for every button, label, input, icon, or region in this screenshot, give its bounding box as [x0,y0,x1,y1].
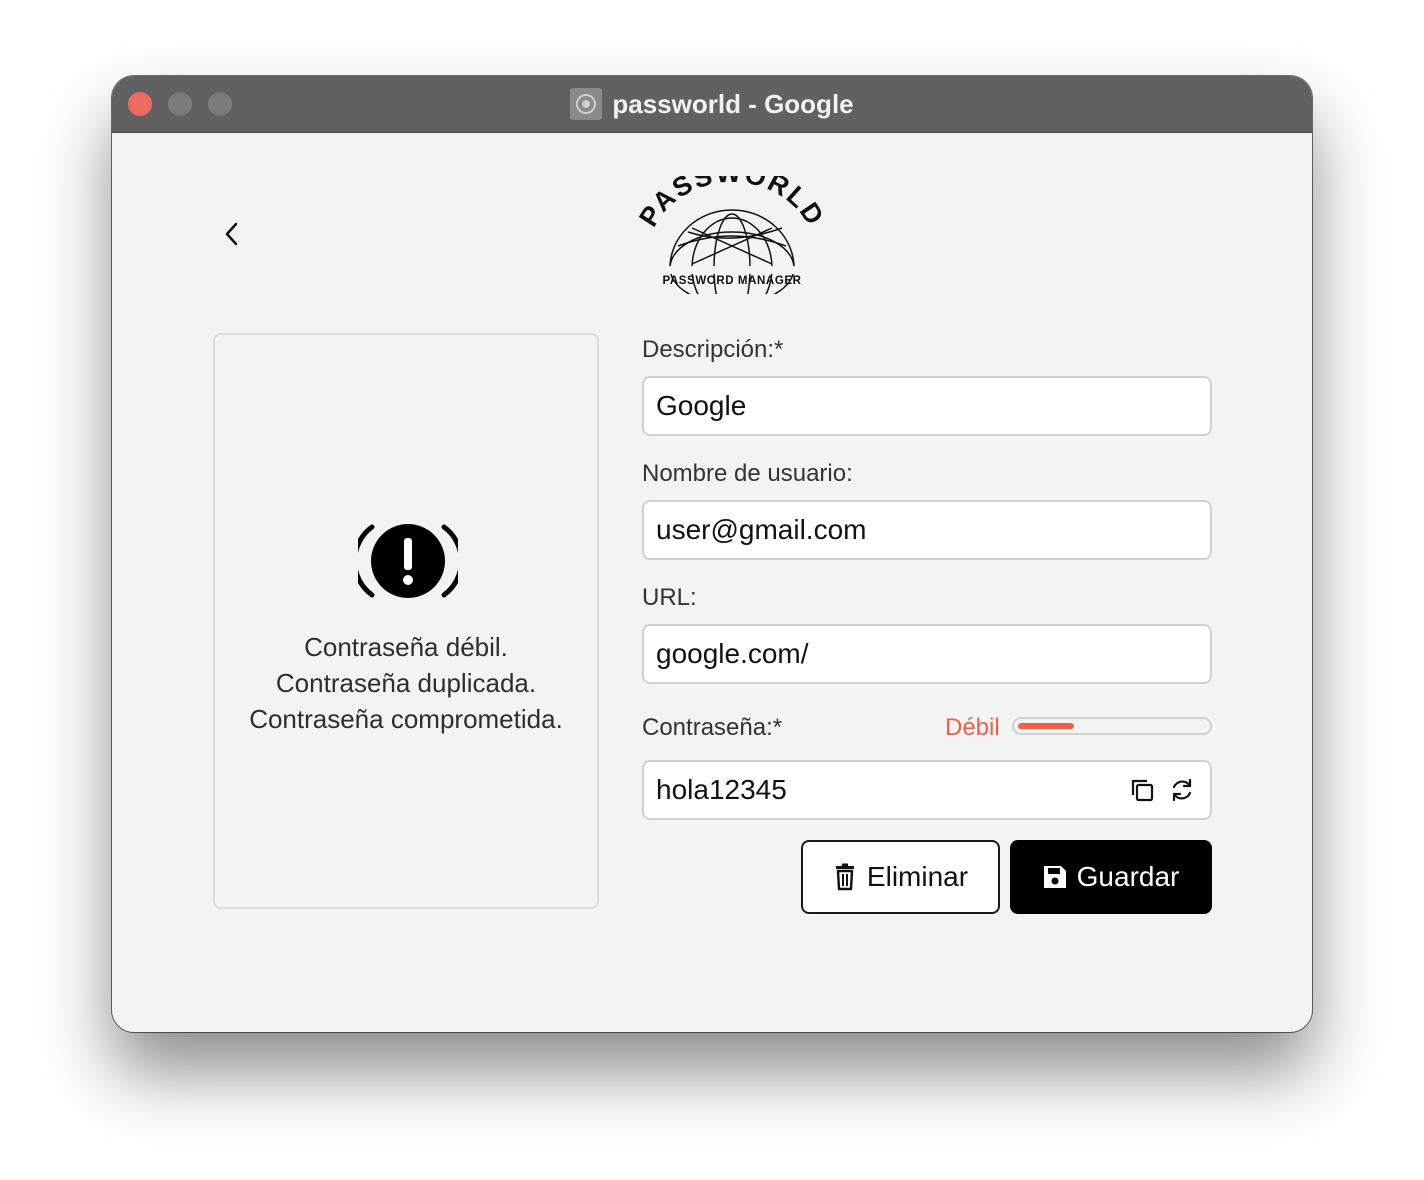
url-input[interactable] [642,624,1212,684]
title-bar: passworld - Google [112,76,1312,133]
status-duplicate-text: Contraseña duplicada. [275,668,537,698]
floppy-disk-icon [1043,866,1066,888]
username-input[interactable] [642,500,1212,560]
status-messages: Contraseña débil. Contraseña duplicada. … [215,629,597,737]
password-strength-meter [1012,717,1212,735]
title-wrap: passworld - Google [112,76,1312,132]
save-button-label: Guardar [1076,861,1180,892]
url-label: URL: [642,584,697,611]
app-icon [570,88,603,120]
window-title: passworld - Google [612,88,854,119]
description-label: Descripción:* [642,336,784,363]
username-label: Nombre de usuario: [642,460,853,487]
delete-button[interactable]: Eliminar [801,840,1000,914]
password-strength-fill [1018,723,1074,729]
regenerate-icon[interactable] [1168,776,1196,804]
app-window: passworld - Google PASSWORLD [112,76,1312,1032]
trash-icon [835,863,854,891]
password-strength-label: Débil [945,714,1000,741]
chevron-left-icon [225,222,238,246]
status-weak-text: Contraseña débil. [304,632,508,662]
status-compromised-text: Contraseña comprometida. [249,704,563,734]
password-label: Contraseña:* [642,714,783,741]
description-input[interactable] [642,376,1212,436]
password-input[interactable] [642,760,1212,820]
password-status-card: Contraseña débil. Contraseña duplicada. … [213,333,599,909]
logo-arc-text: PASSWORLD [633,158,829,232]
logo-subtitle: PASSWORD MANAGER [662,275,801,287]
passworld-logo: PASSWORLD PASSWORD MANAGER [632,158,832,323]
exclamation-alert-icon [352,521,464,601]
save-button[interactable]: Guardar [1010,840,1212,914]
svg-text:PASSWORLD: PASSWORLD [633,176,831,232]
copy-icon[interactable] [1128,776,1156,804]
delete-button-label: Eliminar [866,861,969,892]
back-button[interactable] [212,214,252,254]
